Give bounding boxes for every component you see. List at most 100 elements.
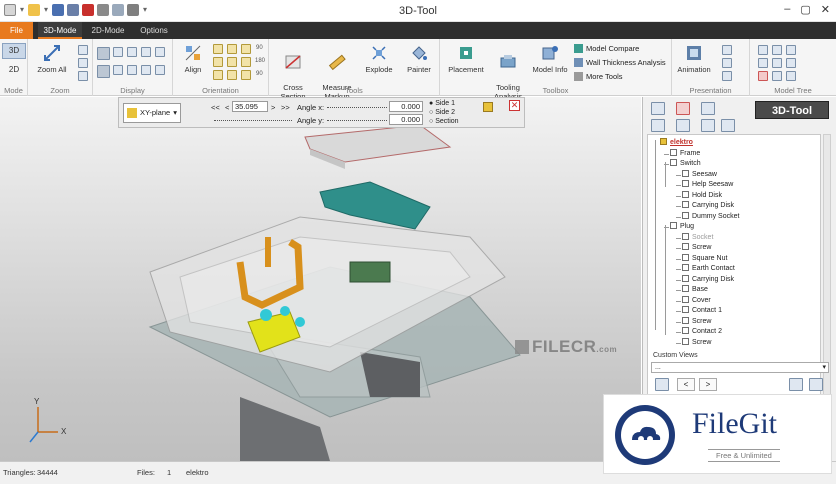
display-mode-d-icon[interactable] [141,65,151,75]
tab-3d-mode[interactable]: 3D-Mode [38,22,82,39]
custom-view-export-icon[interactable] [789,378,803,391]
tree-options-icon[interactable] [786,71,796,81]
panel-part-icon[interactable] [676,119,690,132]
display-hidden-icon[interactable] [127,47,137,57]
tree-item[interactable]: Earth Contact [682,264,735,274]
panel-isolate-icon[interactable] [701,102,715,115]
zoom-all-button[interactable]: Zoom All [32,43,72,74]
minimize-button[interactable]: – [784,3,790,16]
part-icon[interactable] [670,148,677,156]
section-value-input[interactable]: 35.095 [232,101,268,112]
panel-hide-icon[interactable] [676,102,690,115]
display-wire-icon[interactable] [113,47,123,57]
panel-home-icon[interactable] [651,119,665,132]
tree-delete-icon[interactable] [758,71,768,81]
part-icon[interactable] [682,316,689,324]
tree-item[interactable]: Plug [670,222,694,232]
tree-isolate-icon[interactable] [786,45,796,55]
plane-select[interactable]: XY-plane ▾ [123,103,181,123]
zoom-out-icon[interactable] [78,71,88,81]
3d-viewport[interactable]: X Y FILECR.com [0,97,641,461]
part-icon[interactable] [682,253,689,261]
custom-view-prev-button[interactable]: < [677,378,695,391]
custom-view-next-button[interactable]: > [699,378,717,391]
tree-select-icon[interactable] [772,58,782,68]
section-color-icon[interactable] [483,102,493,112]
tree-item[interactable]: Screw [682,316,711,327]
mode-3d-button[interactable]: 3D [2,43,26,59]
tree-item[interactable]: Hold Disk [682,190,722,201]
assembly-icon[interactable] [660,138,667,145]
part-icon[interactable] [682,306,689,313]
tree-show-icon[interactable] [758,45,768,55]
part-icon[interactable] [682,337,689,345]
part-icon[interactable] [682,201,689,208]
part-icon[interactable] [682,264,689,271]
tree-item[interactable]: Base [682,285,708,295]
painter-button[interactable]: Painter [401,43,437,74]
rotate-90-label[interactable]: 90 [256,45,263,51]
angle-x-slider[interactable] [327,105,387,108]
tree-expand-icon[interactable] [786,58,796,68]
part-icon[interactable] [682,232,689,240]
maximize-button[interactable]: ▢ [800,3,810,16]
more-tools-button[interactable]: More Tools [574,72,623,81]
display-edges-icon[interactable] [155,47,165,57]
part-icon[interactable] [670,159,677,166]
display-shaded-icon[interactable] [97,47,110,60]
view-right-icon[interactable] [241,44,251,54]
tree-hide-icon[interactable] [772,45,782,55]
explode-button[interactable]: Explode [361,43,397,74]
custom-view-delete-icon[interactable] [809,378,823,391]
close-button[interactable]: ✕ [821,3,830,16]
panel-assembly-icon[interactable] [701,119,715,132]
nav-prev-button[interactable]: < [225,103,229,112]
tree-item[interactable]: Cover [682,295,711,306]
tree-item[interactable]: Socket [682,232,713,243]
animation-button[interactable]: Animation [674,43,714,74]
tree-item[interactable]: Contact 1 [682,306,722,316]
view-iso-b-icon[interactable] [227,70,237,80]
nav-first-button[interactable]: << [211,103,220,112]
custom-views-select[interactable]: ... ▾ [651,362,829,373]
display-mode-c-icon[interactable] [127,65,137,75]
tree-item[interactable]: Frame [670,148,700,159]
tree-item[interactable]: Screw [682,243,711,253]
tree-item[interactable]: Carrying Disk [682,201,734,211]
tree-item[interactable]: Switch [670,159,701,169]
zoom-in-icon[interactable] [78,58,88,68]
view-iso-a-icon[interactable] [213,70,223,80]
part-icon[interactable] [682,295,689,303]
option-side1[interactable]: ● Side 1 [429,99,459,108]
model-info-button[interactable]: Model Info [530,43,570,74]
part-icon[interactable] [682,243,689,250]
view-front-icon[interactable] [213,44,223,54]
angle-y-slider[interactable] [327,118,387,121]
part-icon[interactable] [682,274,689,282]
tab-file[interactable]: File [0,22,33,39]
option-side2[interactable]: ○ Side 2 [429,108,459,117]
display-transparent-icon[interactable] [141,47,151,57]
display-mode-a-icon[interactable] [97,65,110,78]
tree-item[interactable]: Dummy Socket [682,211,739,222]
angle-y-input[interactable]: 0.000 [389,114,423,125]
close-section-icon[interactable]: ✕ [509,100,520,111]
panel-more-icon[interactable] [721,119,735,132]
part-icon[interactable] [682,211,689,219]
option-section[interactable]: ○ Section [429,117,459,126]
display-more-icon[interactable] [155,65,165,75]
part-icon[interactable] [682,169,689,177]
custom-view-add-icon[interactable] [655,378,669,391]
tree-root-item[interactable]: elektro [660,138,693,148]
view-bottom-icon[interactable] [227,57,237,67]
align-button[interactable]: Align [177,43,209,74]
panel-eye-icon[interactable] [651,102,665,115]
part-icon[interactable] [670,222,677,229]
part-icon[interactable] [682,285,689,292]
section-slider[interactable] [214,117,292,121]
part-icon[interactable] [682,327,689,334]
tree-item[interactable]: Screw [682,337,711,348]
view-iso-c-icon[interactable] [241,70,251,80]
wall-thickness-button[interactable]: Wall Thickness Analysis [574,58,666,67]
placement-button[interactable]: Placement [446,43,486,74]
